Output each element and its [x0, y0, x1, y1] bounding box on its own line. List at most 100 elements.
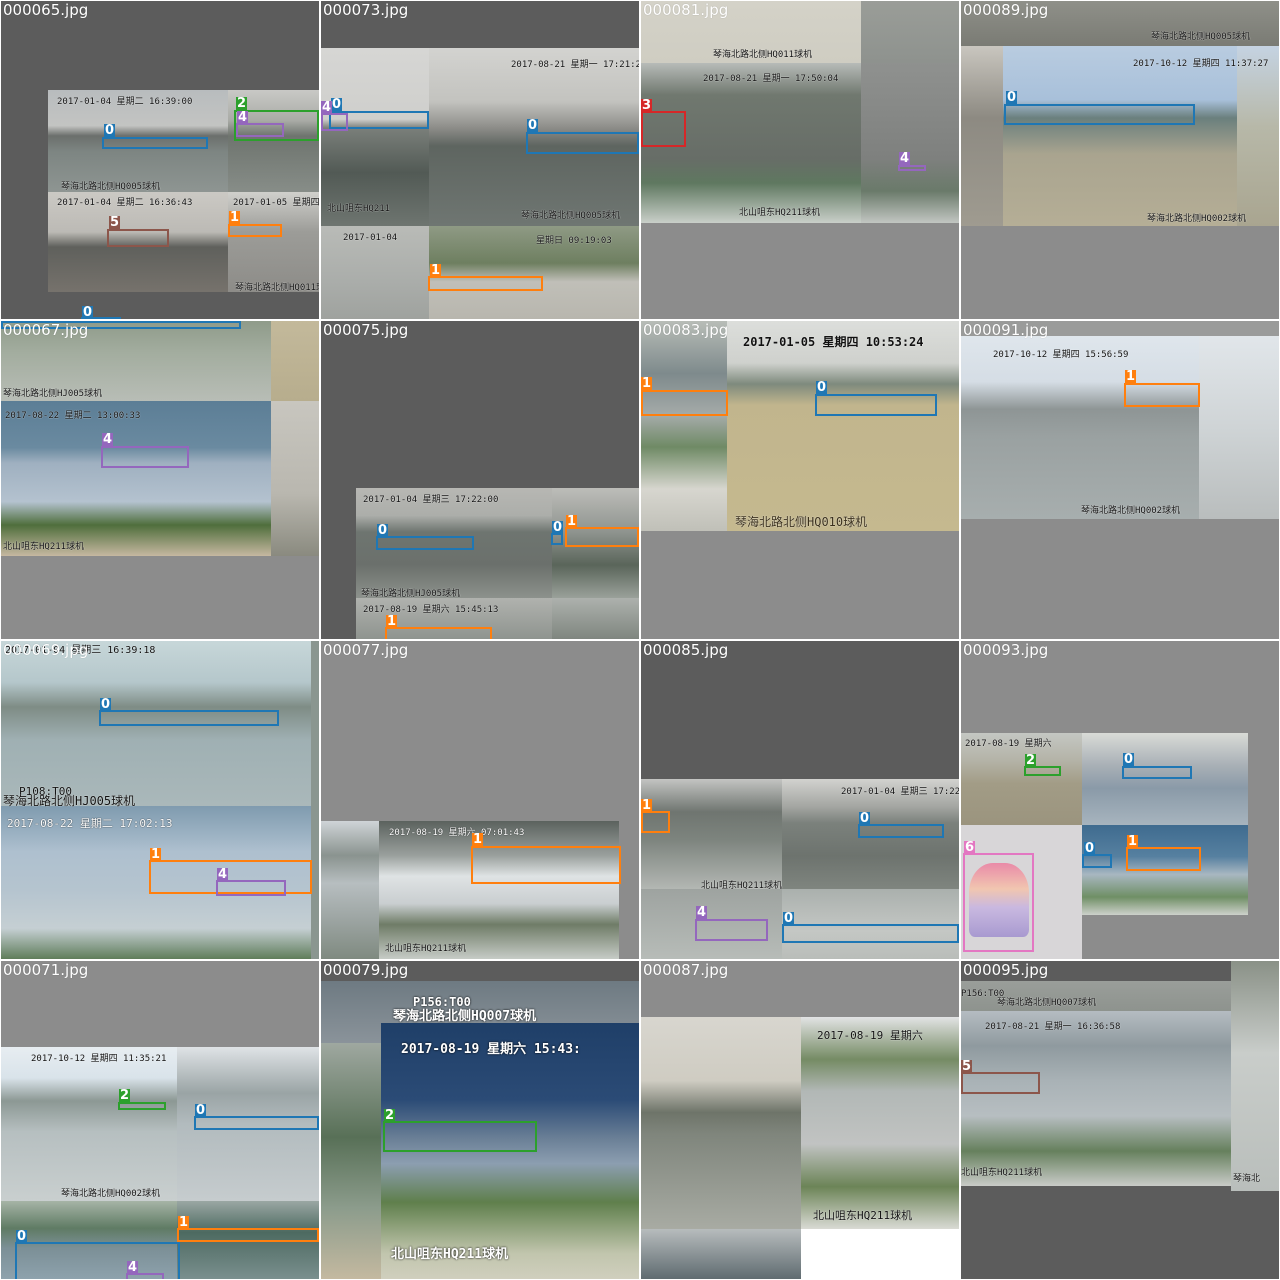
tile-000093: 2017-08-19 星期六 2 0 0 1 6 000093.jpg: [961, 641, 1279, 959]
box-label: 0: [552, 520, 564, 535]
box-label: 0: [195, 1103, 207, 1118]
box-label: 1: [150, 847, 162, 862]
tile-filename: 000075.jpg: [323, 321, 409, 339]
tile-000095: P156:T00 琴海北路北侧HQ007球机 2017-08-21 星期一 16…: [961, 961, 1279, 1279]
bounding-box: [815, 394, 937, 416]
tile-000083: 2017-01-05 星期四 10:53:24 琴海北路北侧HQ010球机 1 …: [641, 321, 959, 639]
tile-filename: 000095.jpg: [963, 961, 1049, 979]
photo: [1082, 733, 1248, 825]
overlay-text: 2017-10-12 星期四 11:35:21: [31, 1054, 167, 1064]
photo: [1, 401, 271, 556]
bounding-box: [194, 1116, 319, 1130]
overlay-text: 2017-01-05 星期四 10:53:24: [743, 335, 924, 349]
overlay-text: 2017-01-05 星期四: [233, 198, 319, 208]
overlay-text: 2017-08-19 星期六 15:45:13: [363, 605, 499, 615]
bounding-box: [1004, 104, 1195, 125]
overlay-text: 琴海北路北侧HQ011球机: [235, 283, 319, 293]
box-label: 0: [1084, 841, 1096, 856]
photo: [379, 821, 619, 959]
overlay-text: 琴海北路北侧HQ007球机: [997, 998, 1097, 1008]
overlay-text: 2017-08-19 星期六 07:01:43: [389, 828, 525, 838]
tile-filename: 000077.jpg: [323, 641, 409, 659]
photo: [801, 1229, 959, 1279]
overlay-text: 2017-01-04 星期二 16:36:43: [57, 198, 193, 208]
mosaic-grid: 2017-01-04 星期二 16:39:00 2017-01-04 星期二 1…: [0, 0, 1280, 1280]
tile-000077: 2017-08-19 星期六 07:01:43 北山咀东HQ211球机 1 00…: [321, 641, 639, 959]
box-label: 6: [964, 840, 976, 855]
tile-000079: P156:T00 琴海北路北侧HQ007球机 2017-08-19 星期六 15…: [321, 961, 639, 1279]
tile-filename: 000083.jpg: [643, 321, 729, 339]
overlay-text: 琴海北路北侧HQ010球机: [735, 515, 868, 529]
box-label: 4: [899, 151, 911, 166]
tile-filename: 000089.jpg: [963, 1, 1049, 19]
bounding-box: [695, 919, 768, 941]
tile-filename: 000067.jpg: [3, 321, 89, 339]
box-label: 4: [237, 110, 249, 125]
photo: [552, 598, 639, 639]
overlay-text: 琴海北路北侧HJ005球机: [3, 389, 103, 399]
tile-000085: 2017-01-04 星期三 17:22:20 北山咀东HQ211球机 1 0 …: [641, 641, 959, 959]
bounding-box: [228, 224, 282, 237]
box-label: 1: [641, 376, 653, 391]
bounding-box: [641, 390, 728, 416]
box-label: 1: [472, 832, 484, 847]
overlay-text: 2017-08-22 星期二 13:00:33: [5, 411, 141, 421]
bounding-box: [385, 627, 492, 639]
overlay-text: 琴海北路北侧HQ011球机: [713, 50, 813, 60]
tile-filename: 000069.jpg: [3, 641, 89, 659]
tile-000067: 琴海北路北侧HJ005球机 2017-08-22 星期二 13:00:33 北山…: [1, 321, 319, 639]
bounding-box: [471, 846, 621, 884]
overlay-text: 琴海北: [1233, 1174, 1261, 1184]
overlay-text: 星期日 09:19:03: [536, 236, 612, 246]
overlay-text: 北山咀东HQ211球机: [961, 1168, 1043, 1178]
overlay-text: 北山咀东HQ211球机: [813, 1209, 913, 1222]
photo: [641, 321, 727, 531]
overlay-text: 2017-01-04 星期三 17:22:00: [363, 495, 499, 505]
box-label: 0: [82, 305, 94, 319]
overlay-text: 北山咀东HQ211球机: [385, 944, 467, 954]
bounding-box: [1082, 854, 1112, 868]
box-label: 0: [816, 380, 828, 395]
bounding-box: [1122, 766, 1192, 779]
bounding-box: [641, 811, 670, 833]
tile-000081: 琴海北路北侧HQ011球机 2017-08-21 星期一 17:50:04 北山…: [641, 1, 959, 319]
bounding-box: [641, 111, 686, 147]
photo: [961, 336, 1199, 519]
box-label: 1: [386, 614, 398, 629]
tile-filename: 000079.jpg: [323, 961, 409, 979]
overlay-text: 琴海北路北侧HQ002球机: [1147, 214, 1247, 224]
bounding-box: [216, 880, 286, 896]
bounding-box: [177, 1228, 319, 1242]
box-label: 1: [430, 263, 442, 278]
box-label: 4: [696, 905, 708, 920]
box-label: 0: [859, 811, 871, 826]
photo: [861, 1, 959, 63]
photo: [271, 321, 319, 401]
bounding-box: [428, 276, 543, 291]
overlay-text: 北山咀东HQ211球机: [3, 542, 85, 552]
tile-filename: 000073.jpg: [323, 1, 409, 19]
box-label: 0: [16, 1229, 28, 1244]
photo: [1231, 961, 1279, 1191]
bounding-box: [1126, 847, 1201, 871]
box-label: 5: [109, 215, 121, 230]
overlay-text: 琴海北路北侧HJ005球机: [361, 589, 461, 599]
overlay-text: 琴海北路北侧HQ002球机: [1081, 506, 1181, 516]
box-label: 1: [641, 798, 653, 813]
photo: [1237, 46, 1279, 226]
overlay-text: 琴海北路北侧HQ005球机: [521, 211, 621, 221]
bounding-box: [118, 1102, 166, 1110]
tile-filename: 000071.jpg: [3, 961, 89, 979]
bounding-box: [1124, 383, 1200, 407]
tile-000087: 2017-08-19 星期六 北山咀东HQ211球机 000087.jpg: [641, 961, 959, 1279]
photo: [1003, 46, 1237, 226]
bounding-box: [99, 710, 279, 726]
tile-000073: 2017-08-21 星期一 17:21:20 2017-01-04 星期日 0…: [321, 1, 639, 319]
tile-000069: 2017-01-04 星期三 16:39:18 P108:T00 琴海北路北侧H…: [1, 641, 319, 959]
overlay-text: 北山咀东HQ211球机: [391, 1247, 509, 1262]
photo: [641, 1017, 801, 1229]
overlay-text: 2017-08-19 星期六 15:43:: [401, 1042, 581, 1057]
bounding-box: [782, 924, 959, 943]
box-label: 0: [331, 97, 343, 112]
box-label: 0: [104, 123, 116, 138]
